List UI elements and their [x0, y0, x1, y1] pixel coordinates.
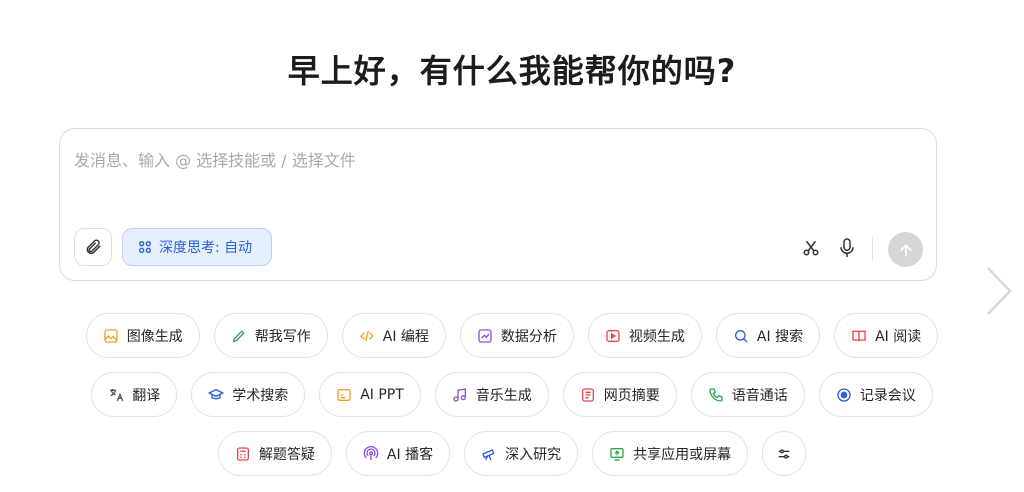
paperclip-icon — [86, 239, 101, 255]
chip-label: 共享应用或屏幕 — [633, 446, 732, 463]
podcast-icon — [363, 445, 379, 460]
deep-think-label: 深度思考: 自动 — [159, 240, 253, 256]
chip-label: AI 编程 — [382, 328, 429, 345]
slides-icon — [337, 388, 351, 401]
chip-label: 帮我写作 — [254, 328, 311, 345]
chip-ai-search[interactable]: AI 搜索 — [715, 313, 821, 358]
chip-deep-research[interactable]: 深入研究 — [464, 431, 579, 476]
chip-image-generation[interactable]: 图像生成 — [85, 313, 200, 358]
scissors-icon[interactable] — [802, 239, 820, 257]
skill-chips-row-2: 翻译 学术搜索 AI PPT 音乐生成 网页摘要 语音通话 记录会议 — [0, 372, 1024, 417]
message-input[interactable]: 发消息、输入 @ 选择技能或 / 选择文件 — [74, 147, 356, 171]
chip-label: 学术搜索 — [232, 387, 289, 404]
settings-button[interactable] — [762, 431, 807, 476]
music-icon — [453, 387, 466, 402]
arrow-up-icon — [900, 243, 911, 256]
calculator-icon — [236, 446, 249, 461]
chip-ai-podcast[interactable]: AI 播客 — [345, 431, 451, 476]
skill-chips-row-1: 图像生成 帮我写作 AI 编程 数据分析 视频生成 AI 搜索 AI 阅读 — [0, 313, 1024, 358]
code-icon — [359, 330, 374, 341]
book-icon — [852, 330, 866, 341]
chip-label: AI 阅读 — [875, 328, 922, 345]
translate-icon — [110, 388, 124, 401]
pen-icon — [232, 329, 245, 342]
divider — [872, 237, 873, 261]
chip-label: AI PPT — [360, 386, 404, 403]
chip-label: 网页摘要 — [603, 387, 660, 404]
academic-cap-icon — [208, 388, 225, 399]
image-icon — [104, 328, 118, 343]
chart-icon — [478, 328, 492, 343]
chip-academic-search[interactable]: 学术搜索 — [191, 372, 306, 417]
atom-icon — [139, 241, 151, 253]
chip-problem-solving[interactable]: 解题答疑 — [217, 431, 332, 476]
chip-label: 图像生成 — [126, 328, 183, 345]
chip-label: AI 播客 — [386, 446, 434, 463]
chip-ai-coding[interactable]: AI 编程 — [341, 313, 446, 358]
chip-label: 记录会议 — [859, 387, 916, 404]
chip-translate[interactable]: 翻译 — [91, 372, 178, 417]
attach-button[interactable] — [74, 228, 112, 266]
message-composer[interactable]: 发消息、输入 @ 选择技能或 / 选择文件 深度思考: 自动 — [59, 128, 937, 281]
chip-data-analysis[interactable]: 数据分析 — [459, 313, 574, 358]
chip-ai-ppt[interactable]: AI PPT — [319, 372, 421, 417]
microphone-icon[interactable] — [838, 237, 856, 259]
chip-label: 语音通话 — [731, 387, 788, 404]
send-button[interactable] — [888, 232, 923, 267]
skill-chips-row-3: 解题答疑 AI 播客 深入研究 共享应用或屏幕 — [0, 431, 1024, 476]
chip-record-meeting[interactable]: 记录会议 — [818, 372, 933, 417]
chip-webpage-summary[interactable]: 网页摘要 — [562, 372, 677, 417]
chip-writing[interactable]: 帮我写作 — [213, 313, 328, 358]
chip-label: 音乐生成 — [475, 387, 532, 404]
chip-music-generation[interactable]: 音乐生成 — [434, 372, 549, 417]
chip-label: 翻译 — [132, 387, 161, 404]
chip-label: AI 搜索 — [756, 328, 804, 345]
chip-label: 视频生成 — [628, 328, 685, 345]
chip-voice-call[interactable]: 语音通话 — [690, 372, 805, 417]
chip-screen-share[interactable]: 共享应用或屏幕 — [592, 431, 749, 476]
phone-icon — [709, 387, 723, 402]
chip-ai-reading[interactable]: AI 阅读 — [834, 313, 939, 358]
telescope-icon — [482, 448, 495, 460]
chip-label: 解题答疑 — [258, 446, 315, 463]
chip-label: 数据分析 — [500, 328, 557, 345]
greeting-title: 早上好，有什么我能帮你的吗? — [287, 52, 737, 90]
deep-think-button[interactable]: 深度思考: 自动 — [122, 228, 272, 266]
record-icon — [837, 387, 851, 402]
webpage-icon — [581, 387, 594, 402]
screen-share-icon — [610, 447, 624, 461]
chevron-right-icon[interactable] — [982, 264, 1016, 318]
chip-video-generation[interactable]: 视频生成 — [587, 313, 702, 358]
search-icon — [734, 329, 748, 342]
video-icon — [606, 329, 620, 342]
chip-label: 深入研究 — [505, 446, 562, 463]
sliders-icon — [778, 448, 790, 459]
